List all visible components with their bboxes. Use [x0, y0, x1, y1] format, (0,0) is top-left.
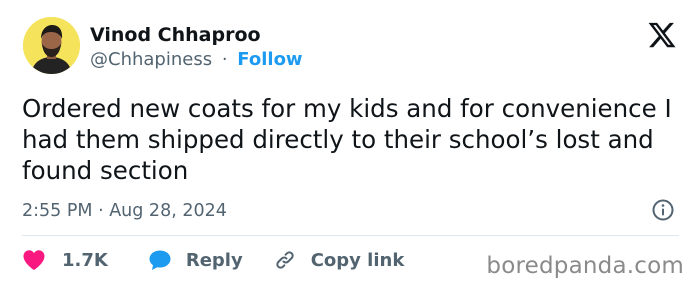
action-bar: 1.7K Reply Copy link: [22, 247, 404, 273]
separator-dot: ·: [221, 49, 228, 70]
speech-bubble-icon: [149, 250, 171, 270]
link-icon: [276, 251, 294, 269]
divider: [22, 235, 679, 236]
x-logo-icon[interactable]: [647, 20, 677, 50]
tweet-text: Ordered new coats for my kids and for co…: [22, 94, 672, 185]
heart-icon: [23, 250, 45, 270]
tweet-timestamp[interactable]: 2:55 PM · Aug 28, 2024: [22, 200, 227, 222]
follow-button[interactable]: Follow: [237, 49, 302, 70]
profile-photo-icon: [23, 17, 80, 74]
like-button[interactable]: 1.7K: [22, 249, 108, 271]
watermark: boredpanda.com: [486, 253, 684, 279]
reply-label: Reply: [185, 249, 243, 271]
like-count: 1.7K: [62, 249, 108, 271]
info-icon[interactable]: [651, 198, 675, 222]
copy-link-label: Copy link: [310, 249, 405, 271]
tweet-card: Vinod Chhaproo @Chhapiness · Follow Orde…: [0, 0, 700, 287]
author-handle[interactable]: @Chhapiness: [90, 49, 212, 70]
author-meta: @Chhapiness · Follow: [90, 49, 303, 71]
author-name[interactable]: Vinod Chhaproo: [90, 24, 261, 46]
reply-button[interactable]: Reply: [148, 249, 243, 271]
avatar[interactable]: [23, 17, 80, 74]
copy-link-button[interactable]: Copy link: [273, 248, 405, 272]
